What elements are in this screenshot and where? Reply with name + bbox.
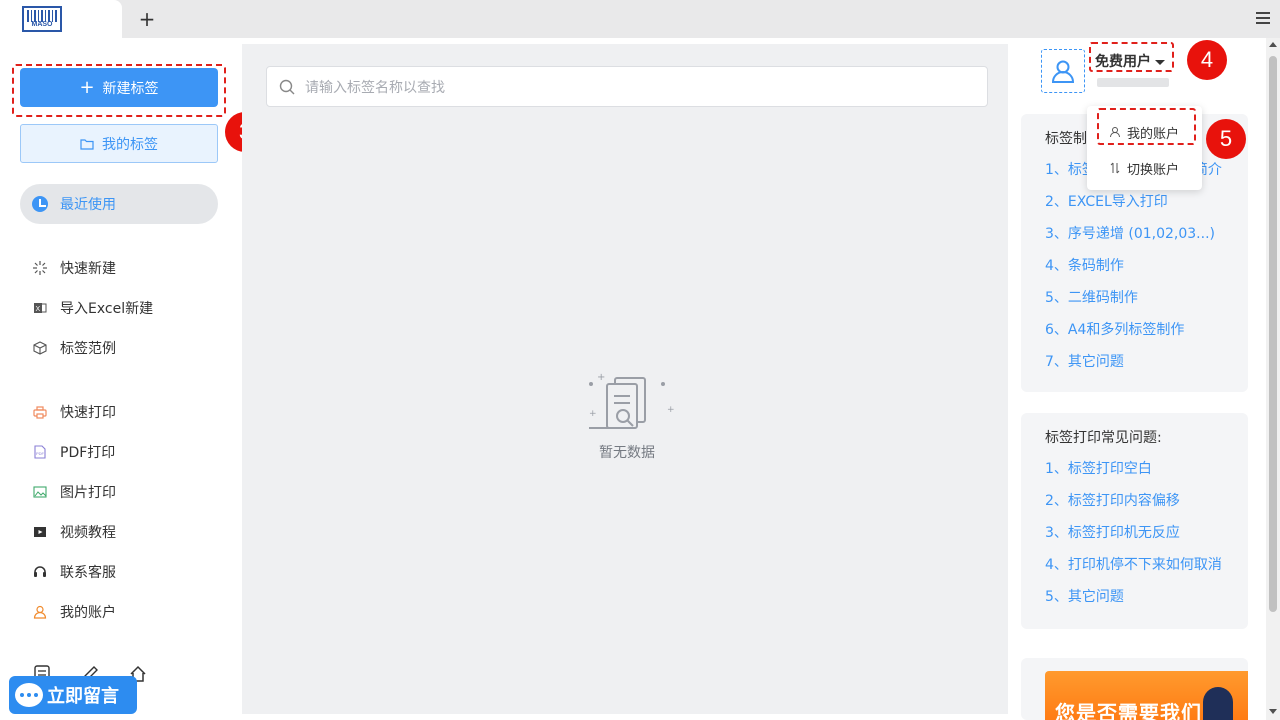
swap-icon [1110,162,1120,174]
sidebar-item-my-account[interactable]: 我的账户 [32,600,116,624]
sidebar-item-label: 联系客服 [60,565,116,581]
tab-bar: MASO + [0,0,1280,38]
sidebar-item-label: 快速打印 [60,405,116,421]
annotation-badge-4: 4 [1187,40,1227,80]
cube-icon [32,340,48,356]
faq-link-3[interactable]: 3、标签打印机无反应 [1045,523,1248,555]
user-icon [32,604,48,620]
help-link-6[interactable]: 6、A4和多列标签制作 [1045,320,1248,352]
sidebar-item-label: 导入Excel新建 [60,301,154,317]
pdf-icon: PDF [32,444,48,460]
help-link-4[interactable]: 4、条码制作 [1045,256,1248,288]
dropdown-item-switch-account[interactable]: 切换账户 [1109,158,1179,178]
barcode-logo-icon [27,10,57,22]
help-link-2[interactable]: 2、EXCEL导入打印 [1045,192,1248,224]
user-avatar[interactable] [1041,49,1085,93]
sidebar-item-label: 视频教程 [60,525,116,541]
highlight-box-3 [12,64,226,117]
sidebar-item-examples[interactable]: 标签范例 [32,336,116,360]
video-icon [32,524,48,540]
sidebar-item-quick-print[interactable]: 快速打印 [32,400,116,424]
main-surface: + 新建标签 3 我的标签 最近使用 快速新建 X 导入Excel新建 标签范例… [0,38,1266,720]
image-icon [32,484,48,500]
promo-text: 您是否需要我们 [1055,701,1202,720]
blurred-user-id [1097,78,1169,87]
maso-logo: MASO [22,6,62,32]
search-icon [279,79,295,94]
sidebar-item-label: 快速新建 [60,261,116,277]
clock-icon [32,196,48,212]
empty-document-icon: + + + [589,372,675,429]
sidebar-item-label: 我的账户 [60,605,116,621]
sidebar-item-label: 标签范例 [60,341,116,357]
new-tab-button[interactable]: + [138,8,156,30]
leave-message-text: 立即留言 [47,686,119,707]
recent-used-label: 最近使用 [60,197,116,213]
sidebar-item-quick-create[interactable]: 快速新建 [32,256,116,280]
my-labels-button-text: 我的标签 [102,136,158,153]
my-labels-button[interactable]: 我的标签 [20,124,218,163]
faq-link-4[interactable]: 4、打印机停不下来如何取消 [1045,555,1248,587]
scrollbar-thumb[interactable] [1269,56,1277,612]
recent-used-item[interactable]: 最近使用 [20,184,218,224]
sidebar-item-pdf-print[interactable]: PDF PDF打印 [32,440,115,464]
headset-icon [32,564,48,580]
faq-link-5[interactable]: 5、其它问题 [1045,587,1248,619]
chat-bubble-icon [15,683,43,707]
help-card-title: 标签打印常见问题: [1045,430,1162,446]
help-link-5[interactable]: 5、二维码制作 [1045,288,1248,320]
sidebar-item-label: 图片打印 [60,485,116,501]
svg-text:+: + [589,409,597,419]
label-list-panel: 请输入标签名称以查找 + + + 暂无数据 [242,44,1008,714]
help-link-3[interactable]: 3、序号递增 (01,02,03...) [1045,224,1248,256]
highlight-box-4 [1089,42,1174,72]
help-link-7[interactable]: 7、其它问题 [1045,352,1248,384]
sidebar-item-import-excel[interactable]: X 导入Excel新建 [32,296,153,320]
printer-icon [32,404,48,420]
svg-text:PDF: PDF [36,451,45,456]
user-icon [1051,60,1075,83]
help-card-print-faq: 标签打印常见问题: 1、标签打印空白 2、标签打印内容偏移 3、标签打印机无反应… [1021,413,1248,629]
scroll-down-arrow-icon[interactable] [1269,709,1277,714]
support-agent-icon [1203,687,1233,720]
hamburger-menu-icon[interactable] [1256,12,1270,24]
faq-link-2[interactable]: 2、标签打印内容偏移 [1045,491,1248,523]
empty-state-text: 暂无数据 [599,445,655,461]
empty-state: + + + 暂无数据 [562,372,692,462]
sidebar-item-image-print[interactable]: 图片打印 [32,480,116,504]
active-tab[interactable]: MASO [0,0,122,38]
vertical-scrollbar[interactable] [1266,38,1280,720]
svg-text:X: X [36,306,41,313]
faq-link-1[interactable]: 1、标签打印空白 [1045,459,1248,491]
excel-icon: X [32,300,48,316]
search-placeholder: 请输入标签名称以查找 [305,79,445,96]
sidebar-item-video-tutorials[interactable]: 视频教程 [32,520,116,544]
leave-message-button[interactable]: 立即留言 [9,676,137,714]
sparkle-icon [32,260,48,276]
annotation-badge-5: 5 [1206,119,1246,159]
label-search-input[interactable]: 请输入标签名称以查找 [266,66,988,107]
sidebar-item-label: PDF打印 [60,445,116,461]
promo-banner[interactable]: 您是否需要我们 [1045,671,1248,720]
scroll-up-arrow-icon[interactable] [1269,42,1277,47]
dropdown-item-label: 切换账户 [1127,162,1180,178]
folder-icon [80,138,94,150]
svg-text:+: + [597,372,605,383]
highlight-box-5 [1097,108,1196,145]
sidebar-item-contact-support[interactable]: 联系客服 [32,560,116,584]
svg-text:+: + [667,405,675,415]
